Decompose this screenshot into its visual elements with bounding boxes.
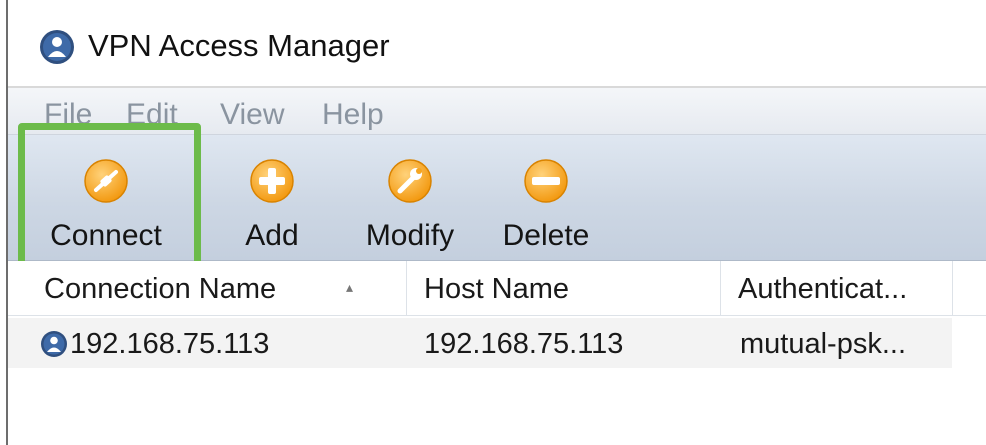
cell-authentication: mutual-psk... [740,328,906,360]
menu-view[interactable]: View [220,98,284,132]
plus-icon [250,159,294,203]
column-separator[interactable] [720,261,721,315]
cell-host-name: 192.168.75.113 [424,328,624,360]
add-button[interactable]: Add [220,135,324,260]
column-host-name[interactable]: Host Name [424,273,569,306]
modify-button[interactable]: Modify [344,135,476,260]
connection-list-empty-area[interactable] [8,368,986,445]
window-title: VPN Access Manager [88,28,390,63]
delete-label: Delete [502,219,590,252]
delete-button[interactable]: Delete [484,135,608,260]
column-separator[interactable] [406,261,407,315]
table-row[interactable]: 192.168.75.113 192.168.75.113 mutual-psk… [8,318,952,368]
connection-list-header: Connection Name ▴ Host Name Authenticat.… [8,261,986,316]
cell-connection-name: 192.168.75.113 [70,328,270,360]
column-authentication[interactable]: Authenticat... [738,273,907,306]
column-connection-name[interactable]: Connection Name [44,273,276,306]
column-separator[interactable] [952,261,953,315]
sort-ascending-icon: ▴ [346,279,354,295]
globe-user-icon [40,30,74,64]
connect-highlight-box [18,123,201,271]
add-label: Add [245,219,299,252]
minus-icon [524,159,568,203]
modify-label: Modify [365,219,455,252]
wrench-icon [388,159,432,203]
menu-help[interactable]: Help [322,98,384,132]
vpn-access-manager-window: VPN Access Manager File Edit View Help C… [6,0,986,445]
globe-user-icon [41,331,67,357]
title-bar: VPN Access Manager [8,0,986,86]
